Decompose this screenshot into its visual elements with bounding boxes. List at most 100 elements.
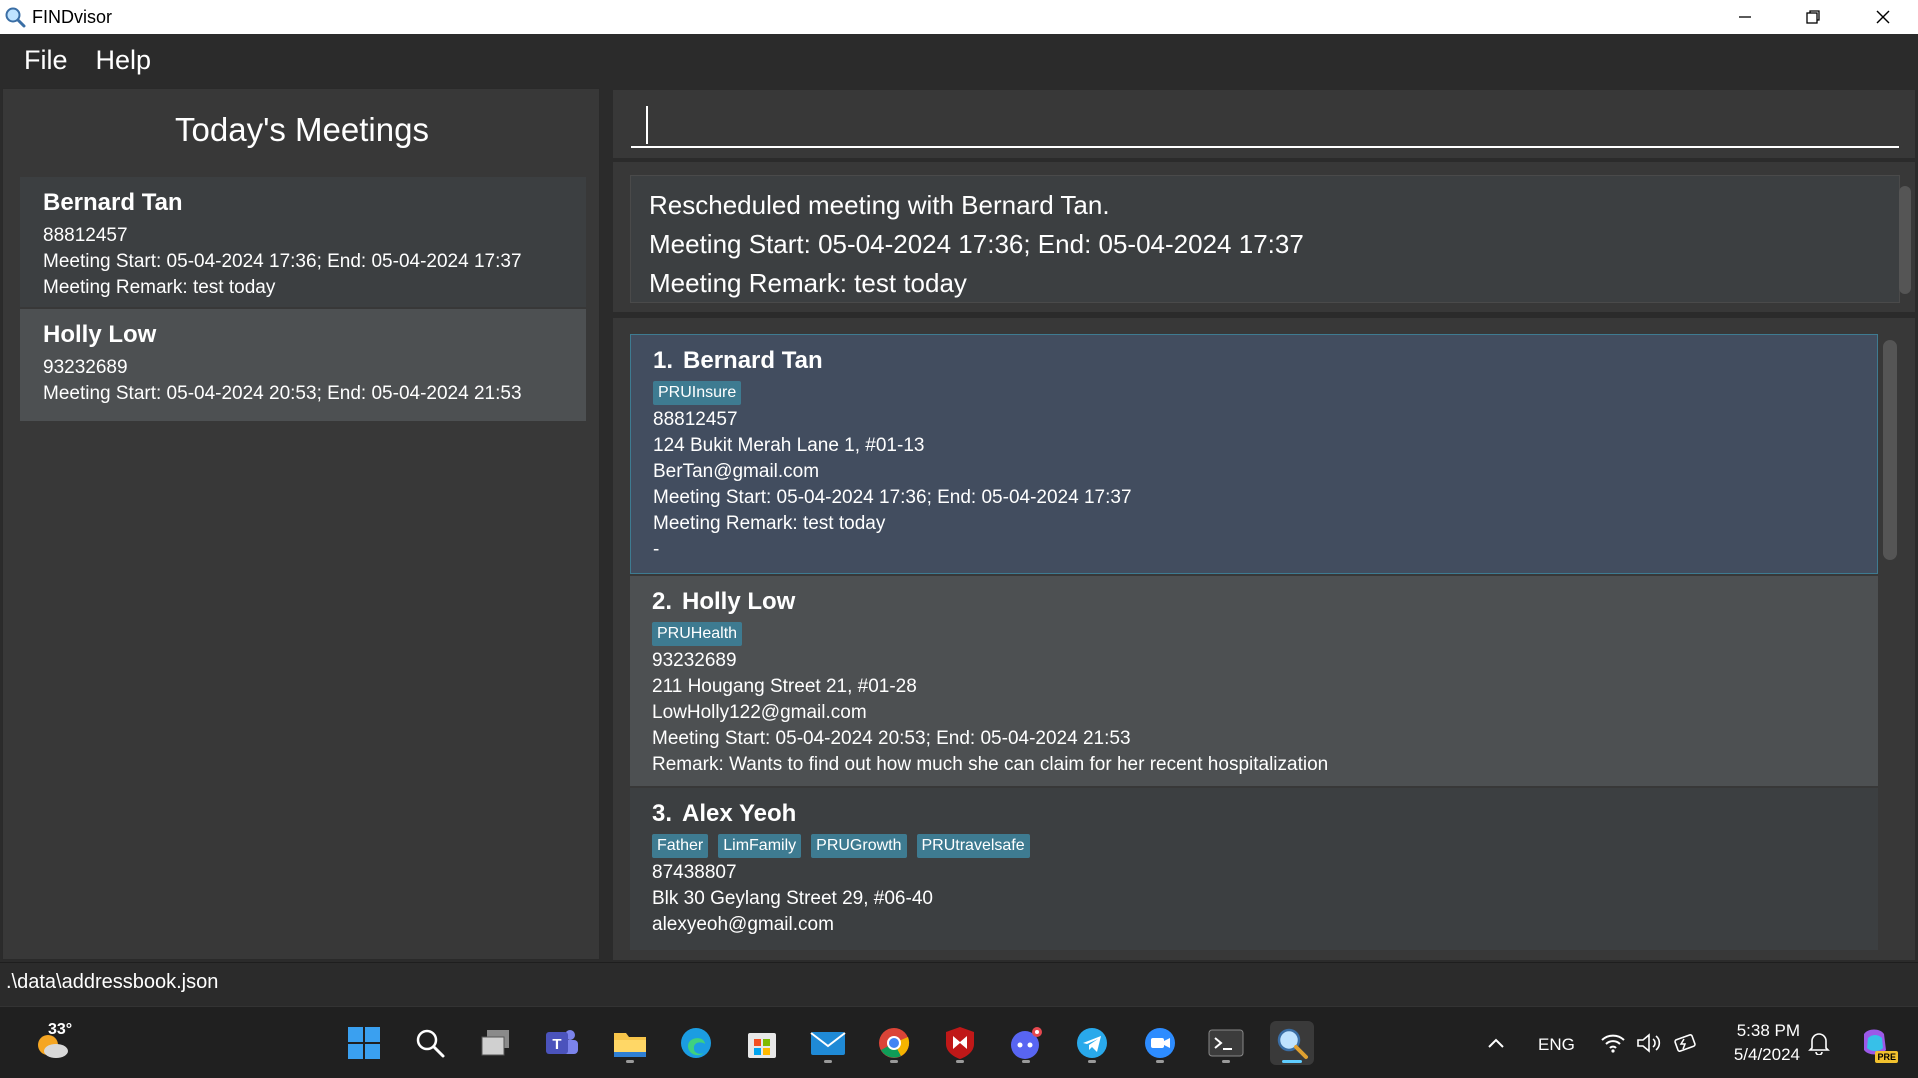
telegram-icon[interactable] — [1070, 1021, 1114, 1065]
file-explorer-icon[interactable] — [608, 1021, 652, 1065]
terminal-icon[interactable] — [1204, 1021, 1248, 1065]
tag: PRUtravelsafe — [916, 834, 1030, 858]
running-indicator — [890, 1060, 898, 1063]
mcafee-icon[interactable] — [938, 1021, 982, 1065]
tag: LimFamily — [718, 834, 802, 858]
result-text-area[interactable]: Rescheduled meeting with Bernard Tan. Me… — [630, 175, 1911, 303]
person-email: LowHolly122@gmail.com — [652, 702, 867, 723]
person-remark: Remark: Wants to find out how much she c… — [652, 754, 1329, 775]
discord-icon[interactable] — [1004, 1021, 1048, 1065]
person-remark: - — [653, 539, 660, 560]
running-indicator — [626, 1060, 634, 1063]
notification-bell-icon[interactable] — [1802, 1021, 1836, 1065]
findvisor-taskbar-icon[interactable] — [1270, 1021, 1314, 1065]
person-phone: 87438807 — [652, 862, 737, 883]
tag: PRUGrowth — [811, 834, 907, 858]
meeting-phone: 88812457 — [43, 225, 128, 246]
search-icon[interactable] — [408, 1021, 452, 1065]
person-card-selected[interactable]: 1. Bernard Tan PRUInsure 88812457 124 Buk… — [630, 334, 1878, 574]
clock-time[interactable]: 5:38 PM — [1730, 1021, 1800, 1041]
result-line: Rescheduled meeting with Bernard Tan. — [649, 190, 1110, 220]
wifi-icon[interactable] — [1596, 1021, 1630, 1065]
magnifier-app-icon — [2, 4, 28, 30]
person-card[interactable]: 2. Holly Low PRUHealth 93232689 211 Houga… — [630, 576, 1878, 786]
title-bar: FINDvisor — [0, 0, 1918, 34]
menu-file[interactable]: File — [24, 45, 68, 76]
person-index: 1. — [653, 347, 674, 374]
window-title: FINDvisor — [32, 6, 112, 27]
meeting-time: Meeting Start: 05-04-2024 17:36; End: 05… — [43, 251, 522, 272]
menu-help[interactable]: Help — [96, 45, 152, 76]
person-list-panel: 1. Bernard Tan PRUInsure 88812457 124 Buk… — [613, 318, 1915, 960]
person-name-row: 3. Alex Yeoh — [652, 800, 1856, 828]
teams-icon[interactable]: T — [540, 1021, 584, 1065]
person-card[interactable]: 3. Alex Yeoh Father LimFamily PRUGrowth P… — [630, 788, 1878, 950]
svg-text:T: T — [552, 1036, 561, 1053]
person-name: Alex Yeoh — [682, 800, 797, 827]
status-bar: .\data\addressbook.json — [0, 962, 1918, 1004]
data-file-path: .\data\addressbook.json — [6, 971, 219, 993]
weather-temperature: 33° — [48, 1021, 73, 1038]
tag-list: PRUInsure — [653, 381, 1855, 405]
person-name-row: 2. Holly Low — [652, 588, 1856, 616]
person-address: 211 Hougang Street 21, #01-28 — [652, 676, 917, 697]
running-indicator — [1088, 1060, 1096, 1063]
input-language[interactable]: ENG — [1538, 1035, 1575, 1055]
volume-icon[interactable] — [1632, 1021, 1666, 1065]
person-email: alexyeoh@gmail.com — [652, 914, 834, 935]
person-index: 2. — [652, 588, 673, 615]
chrome-icon[interactable] — [872, 1021, 916, 1065]
task-view-icon[interactable] — [474, 1021, 518, 1065]
tag: Father — [652, 834, 709, 858]
minimize-button[interactable] — [1710, 0, 1780, 34]
meeting-phone: 93232689 — [43, 357, 128, 378]
menu-bar: File Help — [0, 34, 1918, 86]
microsoft-store-icon[interactable] — [740, 1021, 784, 1065]
person-address: Blk 30 Geylang Street 29, #06-40 — [652, 888, 933, 909]
tag-list: Father LimFamily PRUGrowth PRUtravelsafe — [652, 834, 1856, 858]
meeting-name: Holly Low — [43, 321, 157, 348]
tag: PRUHealth — [652, 622, 743, 646]
tag: PRUInsure — [653, 381, 742, 405]
meeting-remark: Meeting Remark: test today — [43, 277, 276, 298]
running-indicator — [1022, 1060, 1030, 1063]
preview-badge: PRE — [1875, 1051, 1898, 1063]
running-indicator — [1156, 1060, 1164, 1063]
clock-date[interactable]: 5/4/2024 — [1720, 1045, 1800, 1065]
taskbar: 33° T ENG 5:38 PM 5/4/2024 PRE — [0, 1006, 1918, 1078]
copilot-icon[interactable]: PRE — [1852, 1021, 1898, 1065]
meeting-card[interactable]: Bernard Tan 88812457 Meeting Start: 05-0… — [20, 177, 586, 307]
result-line: Meeting Remark: test today — [649, 268, 967, 298]
person-list-scrollbar[interactable] — [1883, 340, 1897, 560]
command-input-underline — [631, 146, 1899, 148]
todays-meetings-heading: Today's Meetings — [175, 111, 429, 148]
chevron-up-icon[interactable] — [1476, 1021, 1516, 1065]
command-box — [613, 90, 1915, 158]
result-line: Meeting Start: 05-04-2024 17:36; End: 05… — [649, 229, 1304, 259]
person-address: 124 Bukit Merah Lane 1, #01-13 — [653, 435, 925, 456]
windows-start-icon[interactable] — [342, 1021, 386, 1065]
result-display: Rescheduled meeting with Bernard Tan. Me… — [613, 162, 1915, 312]
todays-meetings-panel: Today's Meetings Bernard Tan 88812457 Me… — [2, 88, 600, 960]
mail-icon[interactable] — [806, 1021, 850, 1065]
result-scrollbar[interactable] — [1899, 186, 1911, 294]
person-name-row: 1. Bernard Tan — [653, 347, 1855, 375]
meeting-name: Bernard Tan — [43, 189, 183, 216]
running-indicator — [956, 1060, 964, 1063]
person-name: Holly Low — [682, 588, 796, 615]
person-index: 3. — [652, 800, 673, 827]
command-input[interactable] — [649, 104, 1849, 144]
restore-button[interactable] — [1778, 0, 1848, 34]
edge-browser-icon[interactable] — [674, 1021, 718, 1065]
running-indicator — [1222, 1060, 1230, 1063]
battery-icon[interactable] — [1668, 1021, 1702, 1065]
zoom-icon[interactable] — [1138, 1021, 1182, 1065]
close-button[interactable] — [1848, 0, 1918, 34]
meeting-card-selected[interactable]: Holly Low 93232689 Meeting Start: 05-04-… — [20, 309, 586, 421]
pane-splitter[interactable] — [602, 88, 612, 960]
tag-list: PRUHealth — [652, 622, 1856, 646]
person-name: Bernard Tan — [683, 347, 823, 374]
person-meeting: Meeting Start: 05-04-2024 20:53; End: 05… — [652, 728, 1131, 749]
person-email: BerTan@gmail.com — [653, 461, 820, 482]
meeting-time: Meeting Start: 05-04-2024 20:53; End: 05… — [43, 383, 522, 404]
